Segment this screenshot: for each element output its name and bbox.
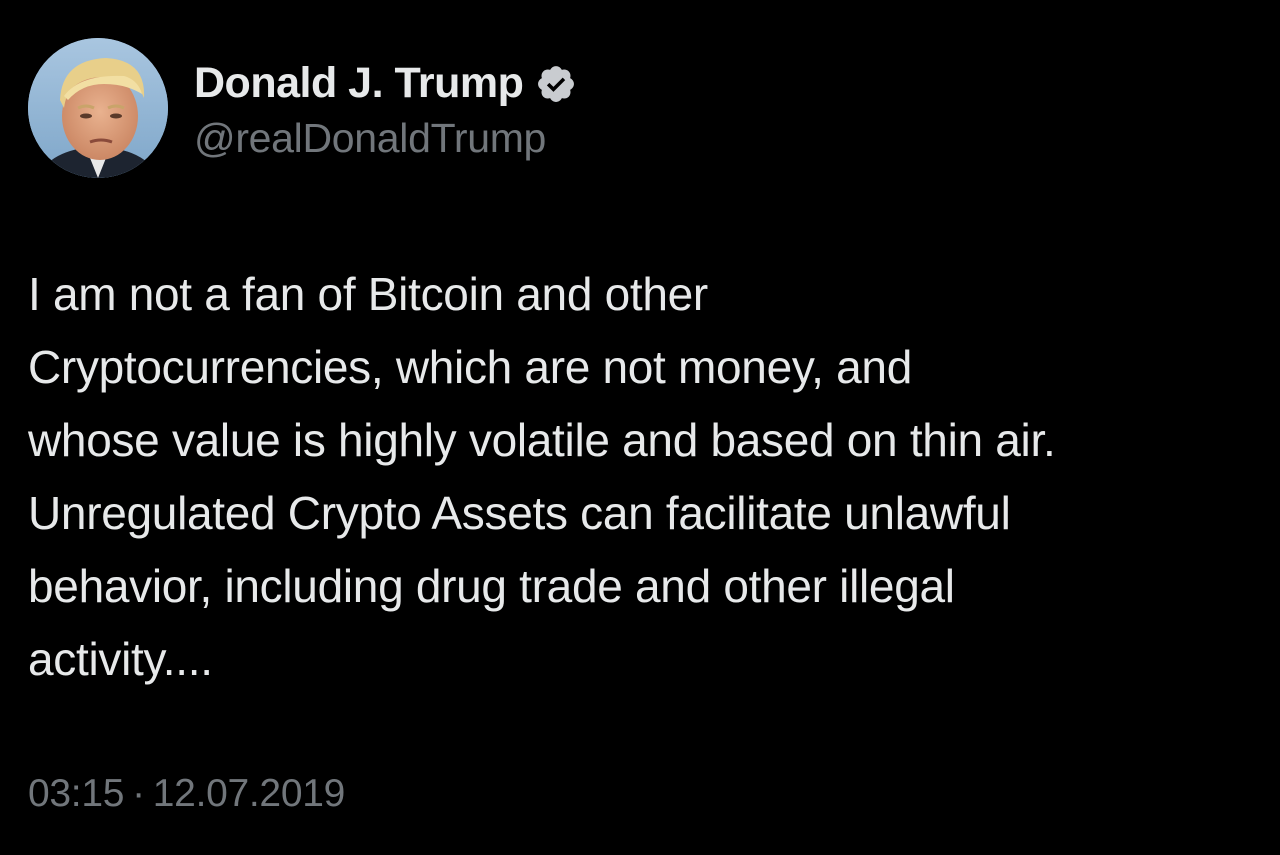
avatar[interactable]: [28, 38, 168, 178]
author-display-name[interactable]: Donald J. Trump: [194, 59, 524, 108]
tweet-text-line: I am not a fan of Bitcoin and other: [28, 268, 708, 320]
tweet-date: 12.07.2019: [152, 772, 346, 815]
author-identity: Donald J. Trump @realDonaldTrump: [194, 38, 577, 178]
tweet-text: I am not a fan of Bitcoin and other Cryp…: [28, 258, 1258, 696]
timestamp-separator: ·: [132, 772, 145, 815]
tweet-timestamp[interactable]: 03:15 · 12.07.2019: [28, 772, 345, 816]
tweet: Donald J. Trump @realDonaldTrump I am no…: [0, 0, 1280, 855]
tweet-text-line: Unregulated Crypto Assets can facilitate…: [28, 487, 1011, 539]
author-handle[interactable]: @realDonaldTrump: [194, 115, 577, 162]
name-row: Donald J. Trump: [194, 55, 577, 113]
tweet-text-line: Cryptocurrencies, which are not money, a…: [28, 341, 912, 393]
tweet-text-line: whose value is highly volatile and based…: [28, 414, 1056, 466]
tweet-text-line: behavior, including drug trade and other…: [28, 560, 955, 612]
profile-photo-icon: [28, 38, 168, 178]
tweet-time: 03:15: [28, 772, 125, 815]
tweet-header: Donald J. Trump @realDonaldTrump: [28, 38, 577, 178]
tweet-text-line: activity....: [28, 633, 213, 685]
verified-badge-icon: [535, 63, 577, 105]
